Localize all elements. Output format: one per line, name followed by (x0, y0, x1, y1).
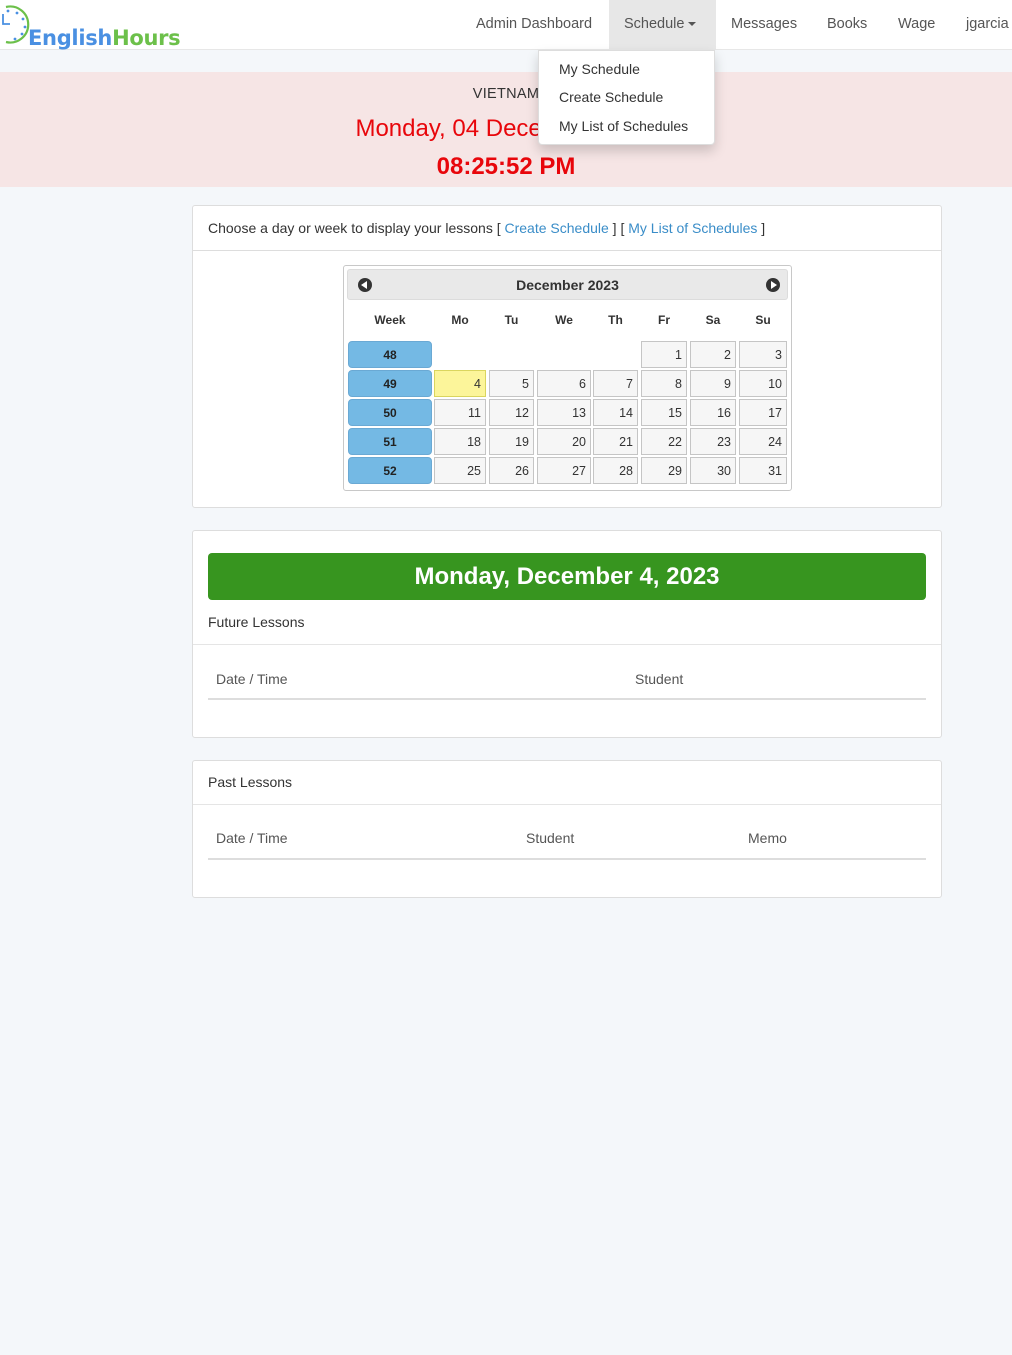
col-date-time: Date / Time (216, 830, 288, 846)
calendar-day[interactable]: 27 (537, 457, 591, 484)
banner-country: VIETNAM (472, 86, 540, 102)
calendar-day[interactable]: 31 (739, 457, 787, 484)
nav-schedule[interactable]: Schedule (609, 0, 716, 49)
panel-heading: Choose a day or week to display your les… (193, 206, 941, 251)
calendar-day[interactable]: 18 (434, 428, 486, 455)
weekday-header: Su (755, 313, 771, 327)
calendar-day[interactable]: 16 (690, 399, 736, 426)
week-column-header: Week (374, 313, 406, 327)
calendar-day[interactable]: 26 (489, 457, 534, 484)
calendar-day[interactable]: 29 (641, 457, 687, 484)
calendar-day[interactable]: 9 (690, 370, 736, 397)
nav-user-menu[interactable]: jgarcia (951, 0, 1012, 49)
col-student: Student (635, 671, 684, 687)
calendar-day[interactable]: 25 (434, 457, 486, 484)
calendar-day[interactable]: 19 (489, 428, 534, 455)
weekday-header: We (555, 313, 573, 327)
calendar-day[interactable]: 5 (489, 370, 534, 397)
week-button[interactable]: 50 (348, 399, 432, 426)
caret-down-icon (688, 22, 697, 27)
calendar-day[interactable]: 28 (593, 457, 638, 484)
calendar-day[interactable]: 11 (434, 399, 486, 426)
schedule-dropdown-menu: My Schedule Create Schedule My List of S… (538, 50, 715, 145)
calendar-day[interactable]: 13 (537, 399, 591, 426)
timezone-banner: VIETNAM Monday, 04 December 2023 08:25:5… (0, 72, 1012, 187)
table-header-rule (208, 698, 926, 700)
nav-admin-dashboard[interactable]: Admin Dashboard (461, 0, 607, 49)
weekday-header: Tu (504, 313, 519, 327)
calendar-day[interactable]: 20 (537, 428, 591, 455)
nav-label: Wage (898, 16, 936, 32)
nav-label: Books (827, 16, 868, 32)
brand-part1: English (28, 26, 113, 50)
calendar-day[interactable]: 14 (593, 399, 638, 426)
divider (193, 804, 941, 805)
future-lessons-panel: Monday, December 4, 2023 Future Lessons … (192, 530, 942, 738)
datepicker-title: December 2023 (516, 277, 619, 293)
calendar-day[interactable]: 8 (641, 370, 687, 397)
calendar-day[interactable]: 12 (489, 399, 534, 426)
chooser-suffix: ] (757, 220, 766, 236)
datepicker: December 2023 Week Mo Tu We Th Fr Sa Su 48 1 2 3 49 4… (343, 265, 792, 491)
weekday-header: Th (608, 313, 623, 327)
create-schedule-link[interactable]: Create Schedule (505, 220, 609, 236)
calendar-day[interactable]: 22 (641, 428, 687, 455)
nav-books[interactable]: Books (812, 0, 882, 49)
next-month-icon[interactable] (766, 278, 780, 292)
calendar-day[interactable]: 24 (739, 428, 787, 455)
calendar-day[interactable]: 15 (641, 399, 687, 426)
weekday-header: Mo (451, 313, 469, 327)
week-button[interactable]: 52 (348, 457, 432, 484)
nav-label: Schedule (624, 16, 685, 32)
banner-date: Monday, 04 December 2023 (355, 115, 657, 142)
col-student: Student (526, 830, 575, 846)
weekday-header: Sa (705, 313, 721, 327)
nav-wage[interactable]: Wage (883, 0, 950, 49)
chooser-prefix: Choose a day or week to display your les… (208, 220, 505, 236)
col-memo: Memo (748, 830, 787, 846)
selected-day-heading: Monday, December 4, 2023 (208, 553, 926, 600)
brand-logo[interactable]: EnglishHours (0, 2, 181, 50)
brand-part2: Hours (112, 26, 181, 50)
past-lessons-title: Past Lessons (208, 774, 293, 790)
calendar-day[interactable]: 1 (641, 341, 687, 368)
week-button[interactable]: 49 (348, 370, 432, 397)
col-date-time: Date / Time (216, 671, 288, 687)
banner-time: 08:25:52 PM (436, 153, 576, 180)
nav-label: jgarcia (966, 16, 1009, 32)
calendar-day[interactable]: 7 (593, 370, 638, 397)
weekday-header: Fr (658, 313, 670, 327)
menu-item-list-schedules[interactable]: My List of Schedules (559, 118, 688, 134)
calendar-day[interactable]: 21 (593, 428, 638, 455)
week-button[interactable]: 51 (348, 428, 432, 455)
week-button[interactable]: 48 (348, 341, 432, 368)
nav-label: Messages (731, 16, 798, 32)
nav-label: Admin Dashboard (476, 16, 593, 32)
nav-messages[interactable]: Messages (716, 0, 812, 49)
calendar-day[interactable]: 2 (690, 341, 736, 368)
top-navbar: EnglishHours Admin Dashboard Schedule Me… (0, 0, 1012, 50)
calendar-day[interactable]: 17 (739, 399, 787, 426)
past-lessons-panel: Past Lessons Date / Time Student Memo (192, 760, 942, 898)
calendar-day[interactable]: 6 (537, 370, 591, 397)
chooser-middle: ] [ (608, 220, 629, 236)
menu-item-my-schedule[interactable]: My Schedule (559, 61, 640, 77)
calendar-day[interactable]: 10 (739, 370, 787, 397)
list-schedules-link[interactable]: My List of Schedules (628, 220, 757, 236)
calendar-day-today[interactable]: 4 (434, 370, 486, 397)
table-header-rule (208, 858, 926, 860)
divider (193, 644, 941, 645)
calendar-day[interactable]: 30 (690, 457, 736, 484)
datepicker-header: December 2023 (347, 269, 788, 300)
calendar-panel: Choose a day or week to display your les… (192, 205, 942, 508)
future-lessons-title: Future Lessons (208, 614, 305, 630)
calendar-day[interactable]: 23 (690, 428, 736, 455)
menu-item-create-schedule[interactable]: Create Schedule (559, 89, 663, 105)
prev-month-icon[interactable] (358, 278, 372, 292)
calendar-day[interactable]: 3 (739, 341, 787, 368)
